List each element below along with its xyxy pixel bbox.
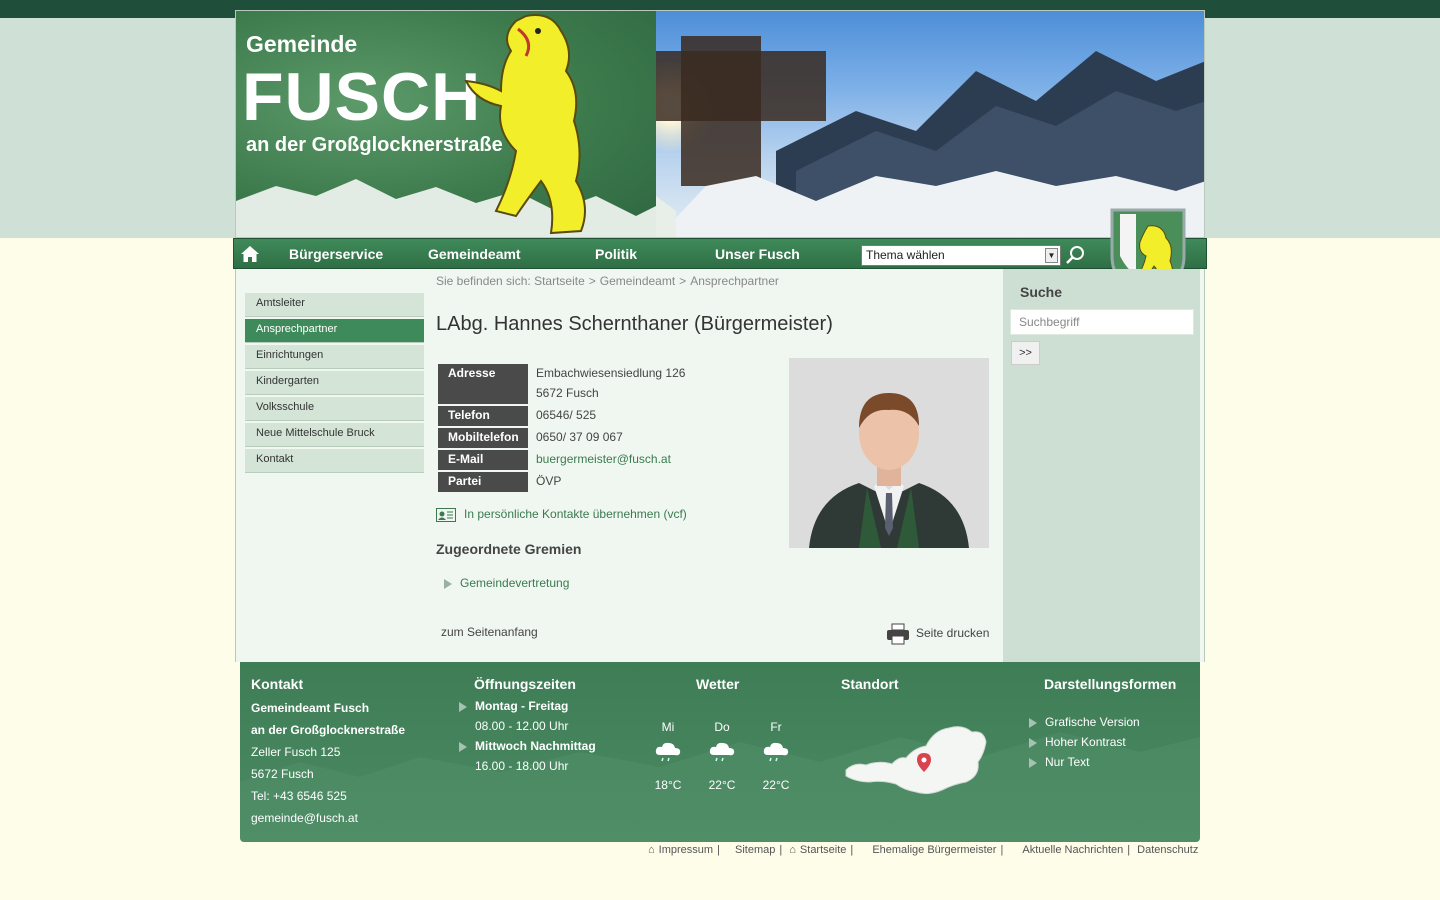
footer-standort-title: Standort — [841, 676, 899, 692]
weather-temp: 22°C — [708, 778, 736, 792]
sidebar-item-ansprechpartner[interactable]: Ansprechpartner — [245, 319, 424, 343]
gremien-heading: Zugeordnete Gremien — [436, 541, 582, 557]
gremium-label: Gemeindevertretung — [460, 576, 570, 590]
address-line-1: Embachwiesensiedlung 126 — [536, 366, 686, 380]
print-label: Seite drucken — [916, 626, 990, 641]
email-link[interactable]: buergermeister@fusch.at — [536, 449, 671, 469]
display-mode-kontrast[interactable]: Hoher Kontrast — [1029, 735, 1126, 749]
address-line-2: 5672 Fusch — [536, 386, 599, 400]
footer-link-datenschutz[interactable]: Datenschutz — [1137, 844, 1198, 856]
footer-link-ehemalige[interactable]: Ehemalige Bürgermeister — [872, 844, 996, 856]
detail-label: E-Mail — [438, 450, 528, 470]
weather-day: Do — [714, 720, 730, 734]
display-mode-grafisch[interactable]: Grafische Version — [1029, 715, 1140, 729]
footer-kontakt-line: an der Großglocknerstraße — [251, 723, 406, 737]
detail-label: Adresse — [438, 364, 528, 404]
gremium-link[interactable]: Gemeindevertretung — [444, 576, 569, 590]
sidebar-item-kindergarten[interactable]: Kindergarten — [245, 371, 424, 395]
sidebar-item-amtsleiter[interactable]: Amtsleiter — [245, 293, 424, 317]
weather-temp: 22°C — [762, 778, 790, 792]
opening-time: 08.00 - 12.00 Uhr — [475, 719, 569, 733]
opening-day: Montag - Freitag — [459, 699, 568, 713]
nav-item-gemeindeamt[interactable]: Gemeindeamt — [428, 246, 521, 262]
display-mode-text[interactable]: Nur Text — [1029, 755, 1089, 769]
vcf-link-label: In persönliche Kontakte übernehmen (vcf) — [464, 507, 687, 521]
rain-cloud-icon — [709, 742, 735, 762]
topic-select[interactable]: Thema wählen ▼ — [861, 245, 1061, 266]
detail-value: ÖVP — [536, 474, 562, 488]
detail-value: 06546/ 525 — [536, 408, 597, 422]
weather-temp: 18°C — [654, 778, 682, 792]
triangle-right-icon — [459, 741, 467, 752]
search-input[interactable]: Suchbegriff — [1010, 309, 1194, 335]
footer-kontakt-line: Tel: +43 6546 525 — [251, 789, 347, 803]
chevron-down-icon: ▼ — [1045, 248, 1058, 263]
footer-bottom-links: ⌂ Impressum | Sitemap | ⌂ Startseite | Ehemal… — [648, 844, 1199, 856]
opening-time: 16.00 - 18.00 Uhr — [475, 759, 569, 773]
contact-card-icon — [436, 507, 456, 522]
detail-label: Partei — [438, 472, 528, 492]
printer-icon — [887, 623, 909, 645]
triangle-right-icon — [1029, 737, 1037, 748]
triangle-right-icon — [459, 701, 467, 712]
footer-kontakt-line: Zeller Fusch 125 — [251, 745, 341, 759]
header-banner: Gemeinde FUSCH an der Großglocknerstraße — [235, 10, 1205, 238]
back-to-top-link[interactable]: zum Seitenanfang — [441, 625, 538, 639]
sidebar-item-volksschule[interactable]: Volksschule — [245, 397, 424, 421]
detail-label: Telefon — [438, 406, 528, 426]
footer-link-sitemap[interactable]: Sitemap — [735, 844, 775, 856]
footer-kontakt-title: Kontakt — [251, 676, 304, 692]
triangle-right-icon — [444, 578, 452, 589]
topic-select-value: Thema wählen — [866, 248, 945, 262]
home-small-icon: ⌂ — [789, 844, 796, 856]
breadcrumb-item[interactable]: Gemeindeamt — [600, 274, 675, 288]
nav-item-unser-fusch[interactable]: Unser Fusch — [715, 246, 800, 262]
breadcrumb: Sie befinden sich: Startseite > Gemeindeam… — [436, 274, 779, 288]
logo-text-fusch: FUSCH — [242, 59, 482, 135]
detail-value: Embachwiesensiedlung 126 5672 Fusch — [536, 363, 685, 403]
weather-day: Mi — [661, 720, 675, 734]
footer-link-startseite[interactable]: Startseite — [800, 844, 846, 856]
breadcrumb-item: Ansprechpartner — [690, 274, 779, 288]
sidebar-item-einrichtungen[interactable]: Einrichtungen — [245, 345, 424, 369]
logo-text-gemeinde: Gemeinde — [246, 31, 358, 57]
detail-value: 0650/ 37 09 067 — [536, 430, 623, 444]
sidebar-item-neue-mittelschule[interactable]: Neue Mittelschule Bruck — [245, 423, 424, 447]
footer-link-nachrichten[interactable]: Aktuelle Nachrichten — [1022, 844, 1123, 856]
footer-wetter-title: Wetter — [696, 676, 740, 692]
detail-label: Mobiltelefon — [438, 428, 528, 448]
imprint-icon: ⌂ — [648, 844, 655, 856]
print-page-link[interactable]: Seite drucken — [886, 623, 989, 645]
footer-link-impressum[interactable]: Impressum — [659, 844, 713, 856]
rain-cloud-icon — [763, 742, 789, 762]
rain-cloud-icon — [655, 742, 681, 762]
search-submit-button[interactable]: >> — [1011, 341, 1040, 365]
footer-kontakt-line: 5672 Fusch — [251, 767, 314, 781]
footer-oeffnungszeiten-title: Öffnungszeiten — [474, 676, 576, 692]
austria-map-icon[interactable] — [844, 720, 990, 798]
vcf-download-link[interactable]: In persönliche Kontakte übernehmen (vcf) — [436, 507, 687, 522]
search-title: Suche — [1020, 284, 1063, 300]
page-title: LAbg. Hannes Schernthaner (Bürgermeister… — [436, 313, 833, 335]
main-navigation: Bürgerservice Gemeindeamt Politik Unser … — [233, 238, 1207, 269]
footer-darstellung-title: Darstellungsformen — [1044, 676, 1177, 692]
triangle-right-icon — [1029, 717, 1037, 728]
search-icon[interactable] — [1064, 244, 1086, 266]
weather-day: Fr — [770, 720, 782, 734]
footer: Kontakt Gemeindeamt Fusch an der Großglo… — [240, 662, 1200, 842]
sidebar-navigation: Amtsleiter Ansprechpartner Einrichtungen… — [245, 293, 424, 475]
bear-emblem-icon — [464, 14, 586, 235]
footer-email-link[interactable]: gemeinde@fusch.at — [251, 811, 358, 825]
opening-day: Mittwoch Nachmittag — [459, 739, 596, 753]
breadcrumb-item[interactable]: Startseite — [534, 274, 585, 288]
person-photo — [789, 358, 989, 548]
home-icon[interactable] — [240, 245, 260, 263]
sidebar-item-kontakt[interactable]: Kontakt — [245, 449, 424, 473]
triangle-right-icon — [1029, 757, 1037, 768]
nav-item-politik[interactable]: Politik — [595, 246, 637, 262]
nav-item-buergerservice[interactable]: Bürgerservice — [289, 246, 383, 262]
footer-kontakt-line: Gemeindeamt Fusch — [251, 701, 370, 715]
breadcrumb-prefix: Sie befinden sich: — [436, 274, 531, 288]
